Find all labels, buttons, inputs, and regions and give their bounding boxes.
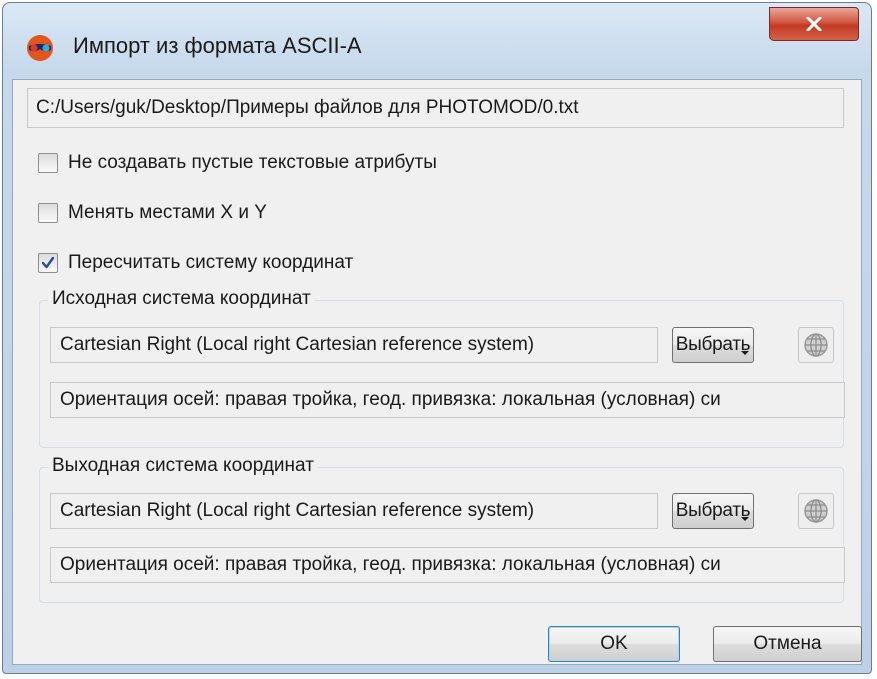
globe-icon	[804, 333, 828, 357]
dialog-body: C:/Users/guk/Desktop/Примеры файлов для …	[12, 79, 862, 665]
import-dialog: Импорт из формата ASCII-A C:/Users/guk/D…	[2, 2, 872, 674]
target-cs-name: Cartesian Right (Local right Cartesian r…	[50, 493, 658, 529]
checkbox[interactable]	[38, 153, 58, 173]
choose-label: Выбрать	[675, 500, 751, 521]
option-no-empty-text-attributes[interactable]: Не создавать пустые текстовые атрибуты	[38, 149, 437, 177]
source-cs-title: Исходная система координат	[48, 288, 315, 310]
title-bar[interactable]: Импорт из формата ASCII-A	[3, 3, 871, 89]
source-cs-description: Ориентация осей: правая тройка, геод. пр…	[50, 382, 845, 418]
file-path-field: C:/Users/guk/Desktop/Примеры файлов для …	[27, 88, 844, 128]
choose-label: Выбрать	[675, 334, 751, 355]
target-cs-group: Выходная система координат Cartesian Rig…	[39, 455, 845, 603]
window-title: Импорт из формата ASCII-A	[73, 33, 362, 58]
source-globe-button[interactable]	[798, 327, 834, 363]
target-cs-description: Ориентация осей: правая тройка, геод. пр…	[50, 547, 845, 583]
checkbox[interactable]	[38, 203, 58, 223]
checkbox-checked[interactable]	[38, 253, 58, 273]
option-recalculate-cs[interactable]: Пересчитать систему координат	[38, 249, 353, 277]
globe-icon	[804, 499, 828, 523]
source-choose-button[interactable]: Выбрать	[672, 327, 754, 363]
dropdown-arrow-icon	[741, 517, 749, 521]
close-x-icon	[806, 17, 822, 31]
checkbox-label: Менять местами X и Y	[68, 202, 267, 223]
app-stereo-glasses-icon	[27, 35, 53, 61]
checkbox-label: Пересчитать систему координат	[68, 252, 354, 273]
source-cs-group: Исходная система координат Cartesian Rig…	[39, 288, 845, 448]
source-cs-name: Cartesian Right (Local right Cartesian r…	[50, 327, 658, 363]
target-choose-button[interactable]: Выбрать	[672, 493, 754, 529]
option-swap-x-y[interactable]: Менять местами X и Y	[38, 199, 267, 227]
target-cs-title: Выходная система координат	[48, 455, 318, 477]
dropdown-arrow-icon	[741, 351, 749, 355]
checkbox-label: Не создавать пустые текстовые атрибуты	[68, 152, 437, 173]
target-globe-button[interactable]	[798, 493, 834, 529]
check-mark-icon	[41, 256, 55, 269]
ok-button[interactable]: OK	[548, 626, 680, 662]
cancel-button[interactable]: Отмена	[713, 626, 862, 662]
close-button[interactable]	[769, 7, 859, 41]
